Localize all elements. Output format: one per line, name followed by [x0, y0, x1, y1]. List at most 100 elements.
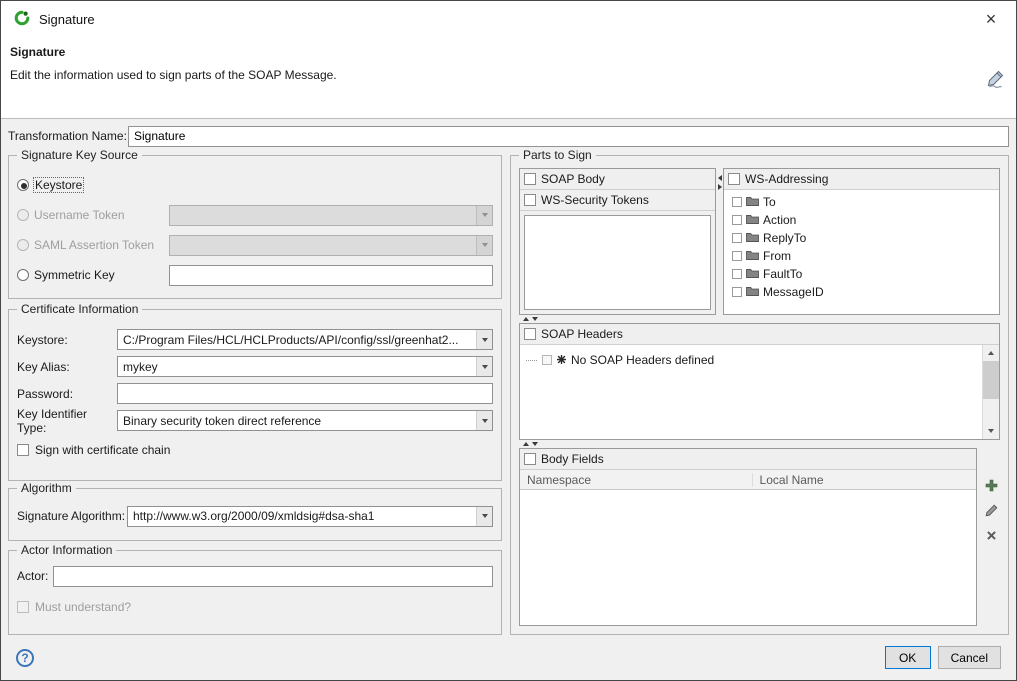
checkbox[interactable] [732, 287, 742, 297]
keystore-combo-value: C:/Program Files/HCL/HCLProducts/API/con… [118, 333, 476, 347]
must-understand-checkbox[interactable] [17, 601, 29, 613]
password-input[interactable] [117, 383, 493, 404]
username-token-radio[interactable] [17, 209, 29, 221]
checkbox[interactable] [732, 233, 742, 243]
group-algorithm: Algorithm Signature Algorithm: http://ww… [8, 488, 502, 541]
tree-item-label: From [763, 249, 791, 263]
group-parts-to-sign: Parts to Sign SOAP Body WS-Security Toke… [510, 155, 1009, 635]
keystore-option-row: Keystore [17, 170, 493, 200]
sign-with-certificate-chain-label[interactable]: Sign with certificate chain [35, 443, 170, 457]
column-header-local-name[interactable]: Local Name [753, 473, 976, 487]
group-signature-key-source: Signature Key Source Keystore Username T… [8, 155, 502, 299]
must-understand-row: Must understand? [17, 595, 493, 619]
tree-item-replyto[interactable]: ReplyTo [724, 229, 999, 247]
vertical-splitter[interactable] [716, 168, 723, 315]
saml-token-option-row: SAML Assertion Token [17, 230, 493, 260]
collapse-down-icon[interactable] [532, 442, 538, 446]
body-fields-header: Body Fields [520, 449, 976, 470]
ok-button[interactable]: OK [885, 646, 931, 669]
soap-headers-label[interactable]: SOAP Headers [541, 327, 623, 341]
edit-pencil-icon[interactable] [984, 503, 999, 518]
scrollbar-track[interactable] [983, 399, 999, 423]
key-identifier-type-combo[interactable]: Binary security token direct reference [117, 410, 493, 431]
no-soap-headers-row[interactable]: No SOAP Headers defined [520, 351, 982, 369]
add-icon[interactable] [984, 478, 999, 493]
keystore-row: Keystore: C:/Program Files/HCL/HCLProduc… [17, 326, 493, 353]
folder-icon [746, 195, 759, 209]
chevron-down-icon[interactable] [476, 330, 492, 349]
tree-item-to[interactable]: To [724, 193, 999, 211]
tree-item-faultto[interactable]: FaultTo [724, 265, 999, 283]
signature-algorithm-combo[interactable]: http://www.w3.org/2000/09/xmldsig#dsa-sh… [127, 506, 493, 527]
collapse-down-icon[interactable] [532, 317, 538, 321]
checkbox[interactable] [732, 215, 742, 225]
body-fields-table-body[interactable] [520, 490, 976, 625]
horizontal-splitter[interactable] [519, 440, 1000, 448]
tree-item-action[interactable]: Action [724, 211, 999, 229]
transformation-name-input[interactable] [128, 126, 1009, 147]
key-alias-combo[interactable]: mykey [117, 356, 493, 377]
keystore-radio-label[interactable]: Keystore [34, 178, 83, 192]
ws-security-tokens-header: WS-Security Tokens [520, 190, 715, 211]
dialog-content: Transformation Name: Signature Key Sourc… [1, 119, 1016, 680]
ws-addressing-label[interactable]: WS-Addressing [745, 172, 828, 186]
ws-security-tokens-list[interactable] [524, 215, 711, 310]
ws-security-tokens-checkbox[interactable] [524, 194, 536, 206]
tree-item-messageid[interactable]: MessageID [724, 283, 999, 301]
soap-body-checkbox[interactable] [524, 173, 536, 185]
parts-top-split: SOAP Body WS-Security Tokens [519, 168, 1000, 315]
symmetric-key-input[interactable] [169, 265, 493, 286]
symmetric-key-radio[interactable] [17, 269, 29, 281]
ws-addressing-checkbox[interactable] [728, 173, 740, 185]
chevron-down-icon[interactable] [476, 357, 492, 376]
collapse-right-icon[interactable] [718, 184, 722, 190]
folder-icon [746, 231, 759, 245]
folder-icon [746, 267, 759, 281]
soap-headers-checkbox[interactable] [524, 328, 536, 340]
checkbox[interactable] [732, 269, 742, 279]
checkbox[interactable] [732, 197, 742, 207]
group-title: Actor Information [17, 543, 116, 557]
asterisk-icon [557, 353, 566, 367]
folder-icon [746, 285, 759, 299]
key-identifier-type-row: Key Identifier Type: Binary security tok… [17, 407, 493, 434]
cancel-button[interactable]: Cancel [938, 646, 1001, 669]
scrollbar-thumb[interactable] [983, 361, 999, 399]
vertical-scrollbar[interactable] [982, 345, 999, 439]
collapse-up-icon[interactable] [523, 317, 529, 321]
delete-x-icon[interactable] [984, 528, 999, 543]
body-fields-checkbox[interactable] [524, 453, 536, 465]
soap-body-label[interactable]: SOAP Body [541, 172, 605, 186]
header-description: Edit the information used to sign parts … [10, 68, 1007, 82]
collapse-up-icon[interactable] [523, 442, 529, 446]
symmetric-key-radio-label[interactable]: Symmetric Key [34, 268, 115, 282]
key-alias-combo-value: mykey [118, 360, 476, 374]
checkbox[interactable] [542, 355, 552, 365]
actor-label: Actor: [17, 569, 53, 583]
help-icon[interactable]: ? [16, 649, 34, 667]
signature-edit-icon [986, 69, 1006, 92]
username-token-option-row: Username Token [17, 200, 493, 230]
checkbox[interactable] [732, 251, 742, 261]
username-token-combo[interactable] [169, 205, 493, 226]
scroll-up-icon[interactable] [983, 345, 999, 361]
signature-algorithm-label: Signature Algorithm: [17, 509, 127, 523]
horizontal-splitter[interactable] [519, 315, 1000, 323]
chevron-down-icon[interactable] [476, 411, 492, 430]
saml-token-radio[interactable] [17, 239, 29, 251]
sign-with-certificate-chain-checkbox[interactable] [17, 444, 29, 456]
tree-item-from[interactable]: From [724, 247, 999, 265]
column-header-namespace[interactable]: Namespace [520, 473, 753, 487]
close-icon[interactable]: × [976, 6, 1006, 32]
chevron-down-icon[interactable] [476, 507, 492, 526]
keystore-radio[interactable] [17, 179, 29, 191]
actor-input[interactable] [53, 566, 493, 587]
group-certificate-information: Certificate Information Keystore: C:/Pro… [8, 309, 502, 481]
soap-headers-header: SOAP Headers [520, 324, 999, 345]
keystore-combo[interactable]: C:/Program Files/HCL/HCLProducts/API/con… [117, 329, 493, 350]
saml-token-combo[interactable] [169, 235, 493, 256]
scroll-down-icon[interactable] [983, 423, 999, 439]
ws-security-tokens-label[interactable]: WS-Security Tokens [541, 193, 649, 207]
collapse-left-icon[interactable] [718, 175, 722, 181]
body-fields-label[interactable]: Body Fields [541, 452, 604, 466]
